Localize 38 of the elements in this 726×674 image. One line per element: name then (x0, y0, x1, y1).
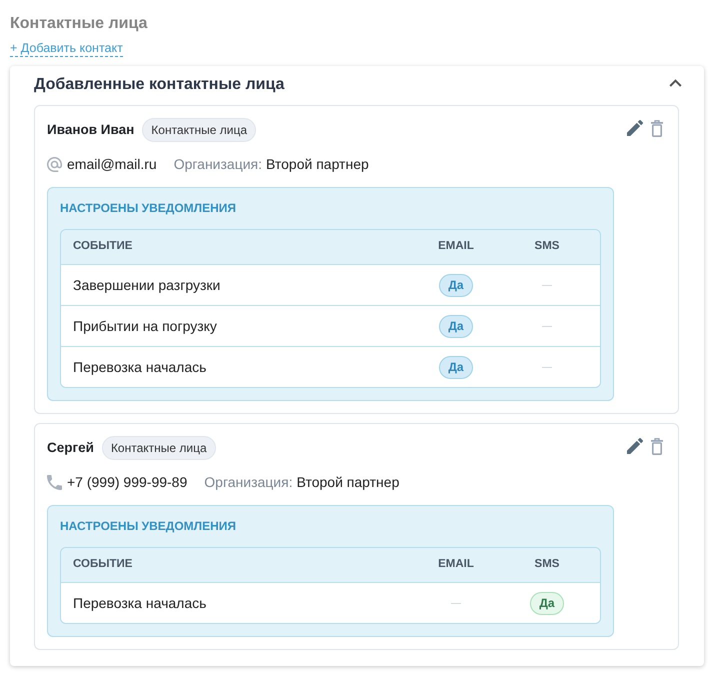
panel-title: Добавленные контактные лица (34, 75, 284, 95)
column-header: EMAIL (438, 239, 474, 254)
chevron-up-icon[interactable] (669, 79, 682, 87)
column-header: СОБЫТИЕ (73, 239, 132, 254)
event-name: Прибытии на погрузку (73, 316, 217, 336)
event-name: Перевозка началась (73, 358, 206, 377)
empty-value: — (542, 278, 552, 292)
enabled-badge: Да (439, 274, 473, 296)
enabled-badge: Да (439, 314, 473, 338)
category-tag: Контактные лица (102, 436, 216, 460)
phone-icon (47, 474, 62, 490)
page-title: Контактные лица (10, 14, 148, 34)
empty-value: — (542, 360, 552, 374)
phone-number: +7 (999) 999-99-89 (67, 472, 188, 492)
column-header: СОБЫТИЕ (73, 557, 132, 572)
event-name: Перевозка началась (73, 594, 206, 613)
notifications-title: НАСТРОЕНЫ УВЕДОМЛЕНИЯ (60, 200, 238, 217)
empty-value: — (451, 596, 461, 610)
category-tag: Контактные лица (142, 118, 256, 142)
organization-label: Организация: (174, 154, 262, 174)
organization-label: Организация: (204, 472, 293, 492)
contact-name: Иванов Иван (47, 120, 134, 139)
empty-value: — (542, 320, 552, 334)
column-header: SMS (534, 557, 560, 572)
contact-name: Сергей (47, 438, 94, 457)
organization-name: Второй партнер (266, 154, 369, 174)
enabled-badge: Да (530, 592, 564, 614)
column-header: SMS (534, 239, 560, 254)
column-header: EMAIL (438, 557, 474, 572)
organization-name: Второй партнер (296, 472, 400, 492)
enabled-badge: Да (439, 356, 473, 378)
add-contact-link[interactable]: + Добавить контакт (10, 40, 123, 57)
at-sign-icon (47, 156, 62, 172)
event-name: Завершении разгрузки (73, 276, 220, 295)
notifications-title: НАСТРОЕНЫ УВЕДОМЛЕНИЯ (60, 518, 238, 535)
pencil-icon[interactable] (627, 120, 643, 136)
pencil-icon[interactable] (627, 438, 643, 454)
email-address: email@mail.ru (67, 154, 157, 174)
